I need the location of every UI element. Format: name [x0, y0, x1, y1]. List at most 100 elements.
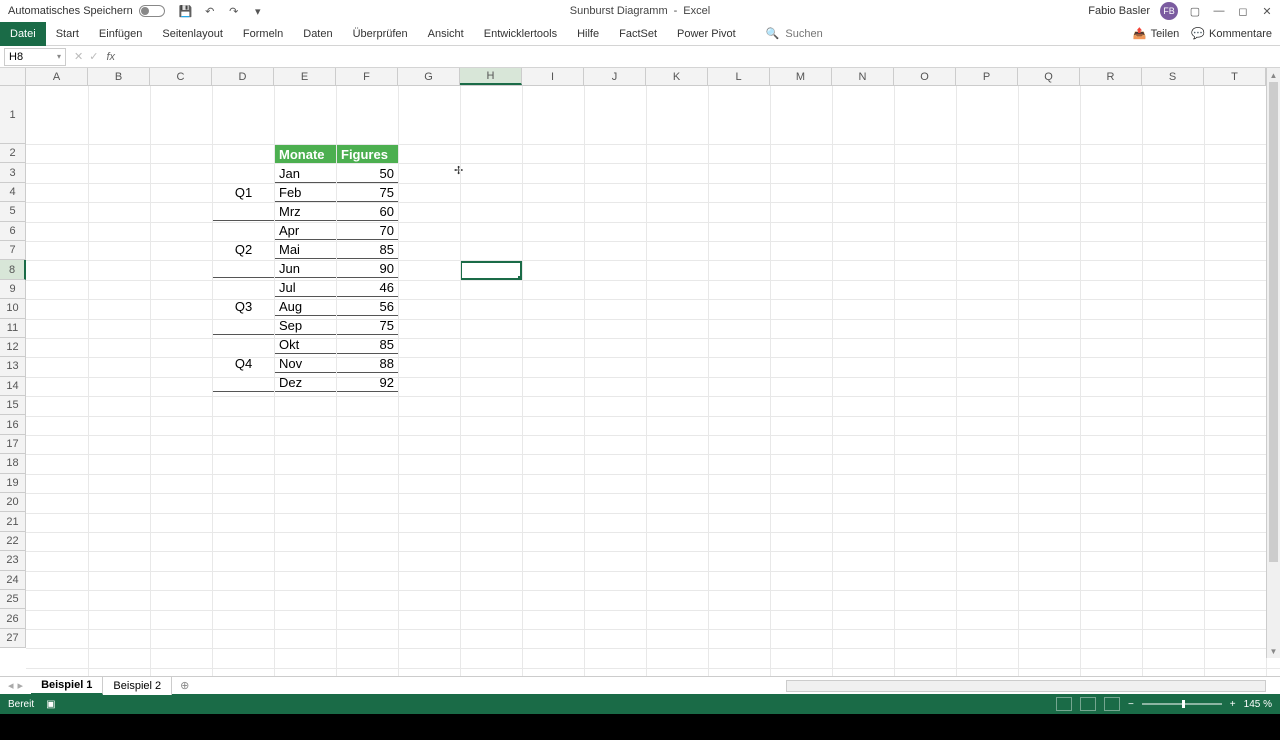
col-g[interactable]: G	[398, 68, 460, 85]
chevron-down-icon[interactable]: ▾	[57, 52, 61, 61]
search-box[interactable]: 🔍	[766, 27, 886, 40]
select-all-corner[interactable]	[0, 68, 26, 85]
zoom-in-icon[interactable]: +	[1230, 699, 1236, 710]
col-s[interactable]: S	[1142, 68, 1204, 85]
qat-dropdown-icon[interactable]: ▾	[251, 4, 265, 18]
name-box[interactable]: H8 ▾	[4, 48, 66, 66]
fx-icon[interactable]: fx	[106, 51, 115, 63]
cell-apr[interactable]: Apr	[275, 221, 337, 240]
undo-icon[interactable]: ↶	[203, 4, 217, 18]
selected-cell[interactable]	[460, 261, 522, 280]
row-1[interactable]: 1	[0, 86, 26, 144]
col-b[interactable]: B	[88, 68, 150, 85]
row-5[interactable]: 5	[0, 202, 26, 221]
sheet-tab-1[interactable]: Beispiel 1	[31, 677, 103, 695]
row-27[interactable]: 27	[0, 629, 26, 648]
col-j[interactable]: J	[584, 68, 646, 85]
row-14[interactable]: 14	[0, 377, 26, 396]
record-macro-icon[interactable]: ▣	[46, 699, 55, 710]
row-9[interactable]: 9	[0, 280, 26, 299]
col-a[interactable]: A	[26, 68, 88, 85]
scroll-down-icon[interactable]: ▼	[1267, 644, 1280, 658]
cell-dez-v[interactable]: 92	[337, 373, 399, 392]
cancel-icon[interactable]: ✕	[74, 50, 83, 63]
col-e[interactable]: E	[274, 68, 336, 85]
col-c[interactable]: C	[150, 68, 212, 85]
row-2[interactable]: 2	[0, 144, 26, 163]
row-7[interactable]: 7	[0, 241, 26, 260]
tab-powerpivot[interactable]: Power Pivot	[667, 22, 746, 46]
cell-jan-v[interactable]: 50	[337, 164, 399, 183]
col-o[interactable]: O	[894, 68, 956, 85]
header-figures[interactable]: Figures	[337, 145, 399, 164]
col-f[interactable]: F	[336, 68, 398, 85]
tab-einfuegen[interactable]: Einfügen	[89, 22, 152, 46]
enter-icon[interactable]: ✓	[89, 50, 98, 63]
zoom-slider[interactable]	[1142, 703, 1222, 705]
row-6[interactable]: 6	[0, 222, 26, 241]
row-12[interactable]: 12	[0, 338, 26, 357]
row-13[interactable]: 13	[0, 357, 26, 376]
col-t[interactable]: T	[1204, 68, 1266, 85]
add-sheet-button[interactable]: ⊕	[172, 679, 197, 692]
view-layout-icon[interactable]	[1080, 697, 1096, 711]
col-m[interactable]: M	[770, 68, 832, 85]
row-16[interactable]: 16	[0, 415, 26, 434]
row-10[interactable]: 10	[0, 299, 26, 318]
cell-mai-v[interactable]: 85	[337, 240, 399, 259]
cell-q2[interactable]: Q2	[213, 221, 275, 278]
col-n[interactable]: N	[832, 68, 894, 85]
col-q[interactable]: Q	[1018, 68, 1080, 85]
tab-factset[interactable]: FactSet	[609, 22, 667, 46]
row-19[interactable]: 19	[0, 474, 26, 493]
zoom-level[interactable]: 145 %	[1244, 699, 1272, 710]
row-26[interactable]: 26	[0, 609, 26, 628]
formula-input[interactable]	[121, 48, 1280, 66]
row-25[interactable]: 25	[0, 590, 26, 609]
col-l[interactable]: L	[708, 68, 770, 85]
redo-icon[interactable]: ↷	[227, 4, 241, 18]
comments-button[interactable]: 💬 Kommentare	[1191, 27, 1272, 40]
cells[interactable]: Monate Figures Q1Jan50 Feb75 Mrz60 Q2Apr…	[26, 86, 1280, 676]
view-normal-icon[interactable]	[1056, 697, 1072, 711]
search-input[interactable]	[785, 28, 885, 40]
maximize-icon[interactable]: ◻	[1236, 4, 1250, 18]
col-p[interactable]: P	[956, 68, 1018, 85]
sheet-next-icon[interactable]: ▸	[18, 679, 24, 692]
minimize-icon[interactable]: —	[1212, 4, 1226, 18]
cell-q1[interactable]: Q1	[213, 164, 275, 221]
row-24[interactable]: 24	[0, 571, 26, 590]
row-3[interactable]: 3	[0, 163, 26, 182]
toggle-switch[interactable]	[139, 5, 165, 17]
cell-mai[interactable]: Mai	[275, 240, 337, 259]
tab-ansicht[interactable]: Ansicht	[418, 22, 474, 46]
share-button[interactable]: 📤 Teilen	[1133, 27, 1179, 40]
row-21[interactable]: 21	[0, 512, 26, 531]
row-23[interactable]: 23	[0, 551, 26, 570]
tab-seitenlayout[interactable]: Seitenlayout	[152, 22, 233, 46]
grid-area[interactable]: 1 2 3 4 5 6 7 8 9 10 11 12 13 14 15 16 1…	[0, 86, 1280, 676]
cell-q3[interactable]: Q3	[213, 278, 275, 335]
cell-dez[interactable]: Dez	[275, 373, 337, 392]
row-11[interactable]: 11	[0, 319, 26, 338]
row-8[interactable]: 8	[0, 260, 26, 279]
col-d[interactable]: D	[212, 68, 274, 85]
tab-entwicklertools[interactable]: Entwicklertools	[474, 22, 567, 46]
tab-start[interactable]: Start	[46, 22, 89, 46]
col-i[interactable]: I	[522, 68, 584, 85]
cell-nov-v[interactable]: 88	[337, 354, 399, 373]
vertical-scrollbar[interactable]: ▲ ▼	[1266, 68, 1280, 658]
zoom-out-icon[interactable]: −	[1128, 699, 1134, 710]
col-h[interactable]: H	[460, 68, 522, 85]
cell-feb-v[interactable]: 75	[337, 183, 399, 202]
scroll-up-icon[interactable]: ▲	[1267, 68, 1280, 82]
tab-ueberpruefen[interactable]: Überprüfen	[343, 22, 418, 46]
tab-daten[interactable]: Daten	[293, 22, 342, 46]
save-icon[interactable]: 💾	[179, 4, 193, 18]
user-name[interactable]: Fabio Basler	[1088, 5, 1150, 17]
cell-nov[interactable]: Nov	[275, 354, 337, 373]
row-15[interactable]: 15	[0, 396, 26, 415]
user-avatar[interactable]: FB	[1160, 2, 1178, 20]
tab-hilfe[interactable]: Hilfe	[567, 22, 609, 46]
scroll-thumb[interactable]	[1269, 82, 1278, 562]
